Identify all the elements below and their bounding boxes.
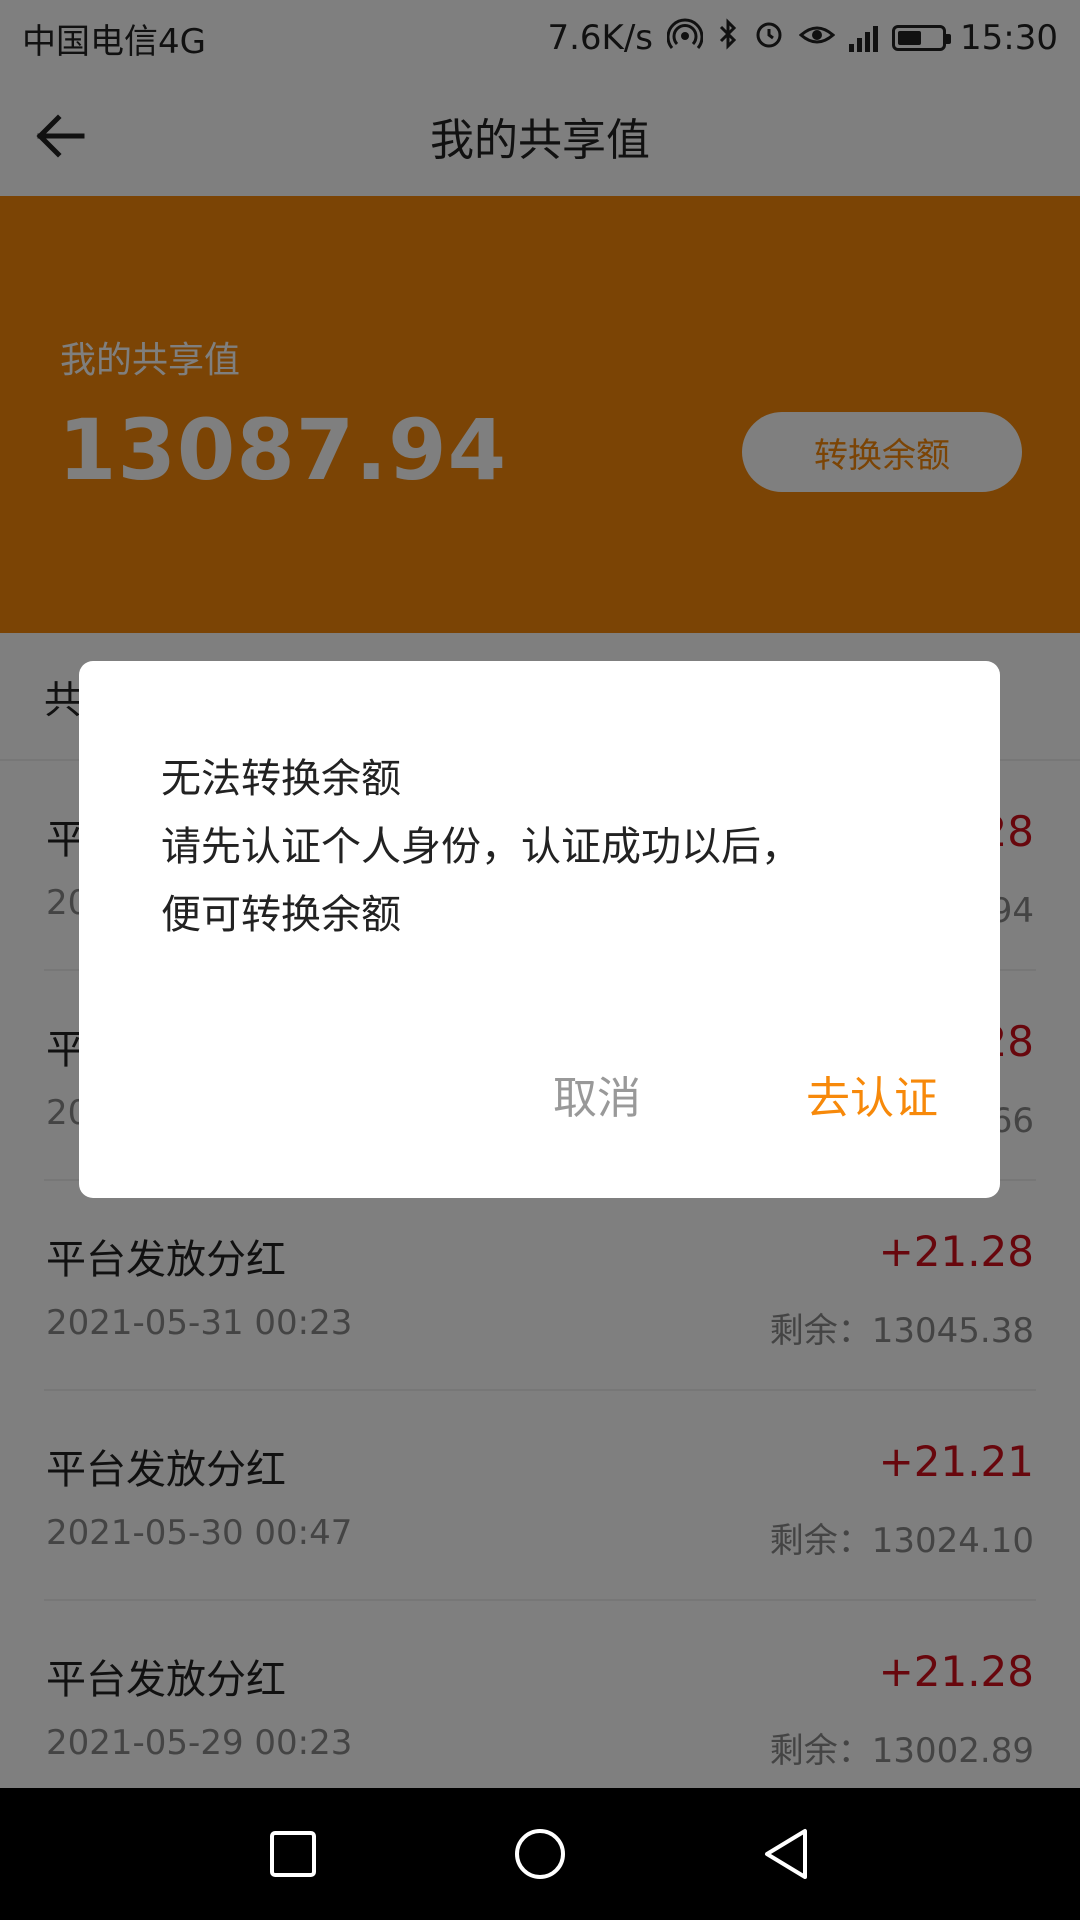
go-verify-button[interactable]: 去认证 [767, 1049, 977, 1139]
dialog-message-line: 请先认证个人身份，认证成功以后， [161, 824, 801, 870]
dialog-message: 无法转换余额 请先认证个人身份，认证成功以后， 便可转换余额 [161, 745, 941, 949]
nav-back-button[interactable] [747, 1814, 827, 1894]
verify-dialog: 无法转换余额 请先认证个人身份，认证成功以后， 便可转换余额 取消 去认证 [79, 661, 1000, 1198]
dialog-message-line: 便可转换余额 [161, 892, 401, 938]
home-icon [514, 1829, 565, 1879]
cancel-button[interactable]: 取消 [497, 1049, 697, 1139]
dialog-message-line: 无法转换余额 [161, 756, 401, 802]
system-nav-bar [0, 1788, 1080, 1920]
screen: 中国电信4G 7.6K/s 15:30 [0, 0, 1080, 1920]
back-icon [764, 1829, 807, 1879]
recent-apps-icon [270, 1831, 317, 1877]
recent-apps-button[interactable] [253, 1814, 333, 1894]
home-button[interactable] [500, 1814, 580, 1894]
